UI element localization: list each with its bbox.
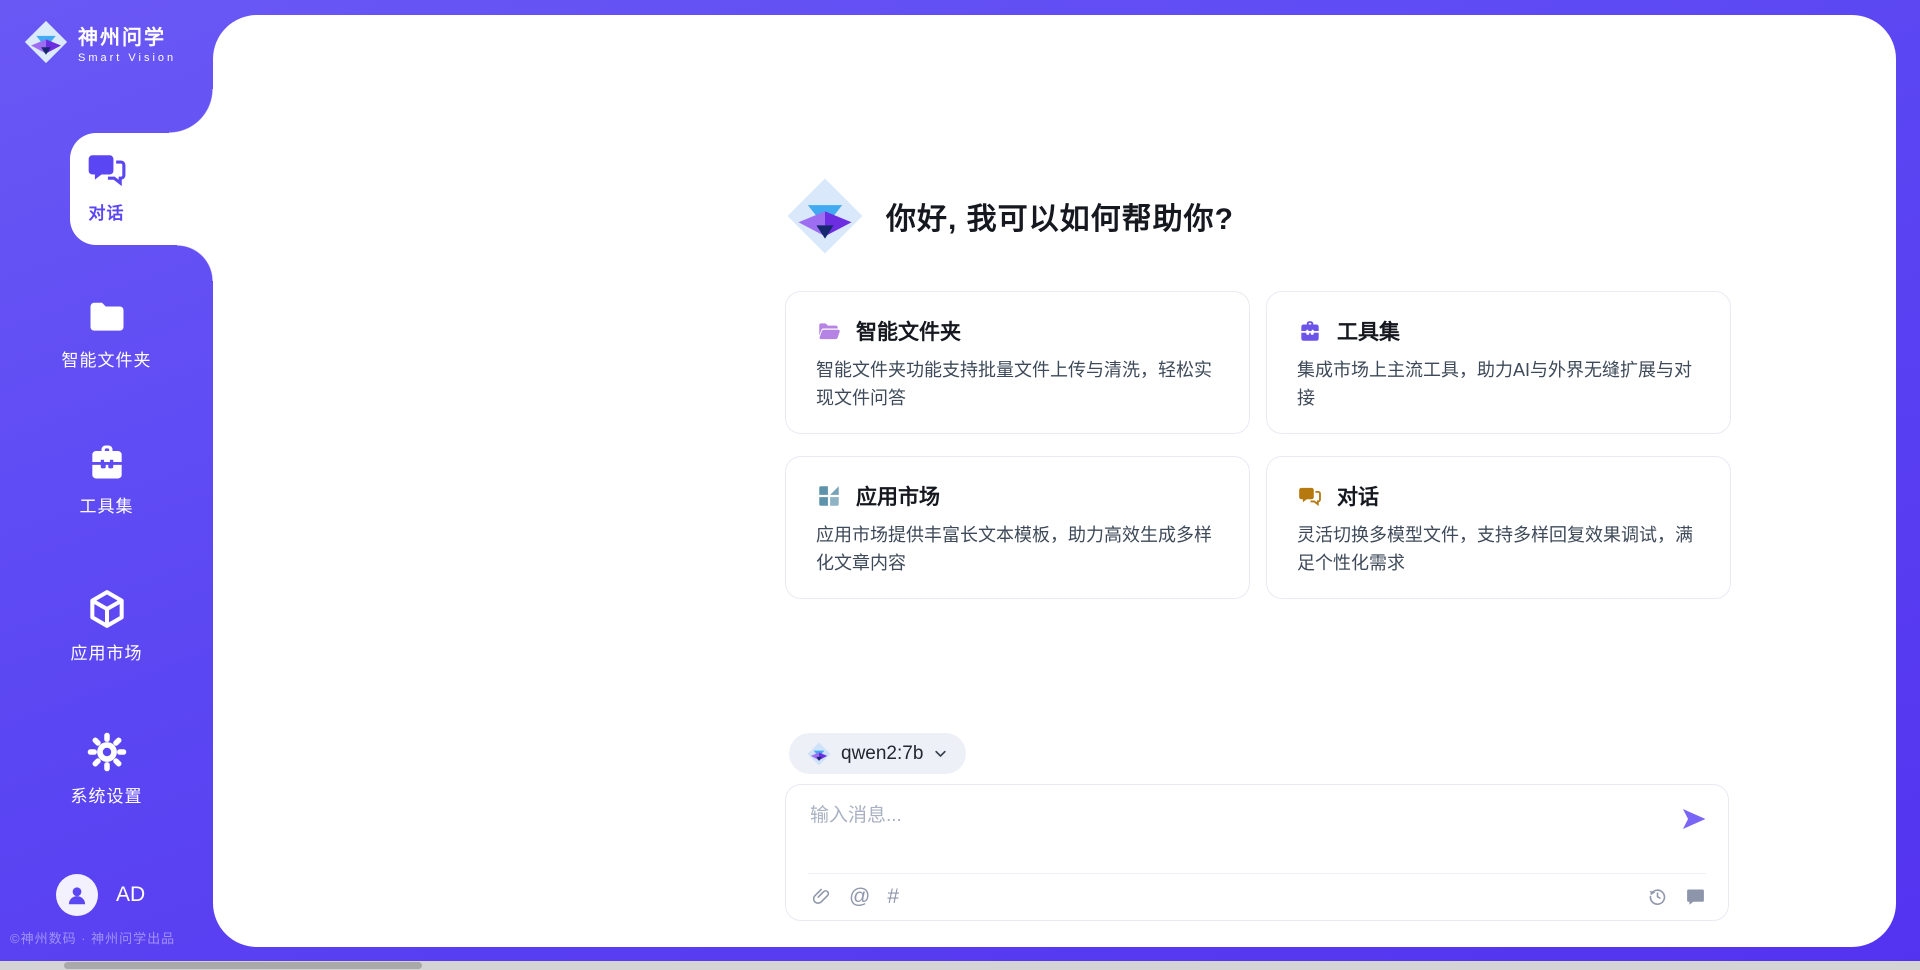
history-clock-icon	[1647, 886, 1668, 907]
sidebar: 神州问学 Smart Vision 对话 智能文件夹 工具集 应用市场	[0, 0, 213, 970]
chat-bubbles-icon	[1297, 483, 1323, 509]
sidebar-item-label: 对话	[89, 199, 125, 224]
composer-tools-left: @ #	[810, 885, 899, 907]
gear-icon	[85, 730, 129, 774]
brand-name-en: Smart Vision	[78, 52, 176, 64]
message-input[interactable]	[810, 800, 1670, 862]
folder-open-icon	[816, 318, 842, 344]
card-smart-folder[interactable]: 智能文件夹 智能文件夹功能支持批量文件上传与清洗，轻松实现文件问答	[785, 291, 1250, 434]
scrollbar-thumb[interactable]	[64, 962, 422, 969]
composer-divider	[808, 873, 1706, 874]
card-title: 对话	[1337, 481, 1379, 511]
card-chat[interactable]: 对话 灵活切换多模型文件，支持多样回复效果调试，满足个性化需求	[1266, 456, 1731, 599]
horizontal-scrollbar	[0, 961, 1920, 970]
greeting-title: 你好, 我可以如何帮助你?	[886, 194, 1234, 238]
person-icon	[64, 882, 90, 908]
greeting: 你好, 我可以如何帮助你?	[786, 175, 1234, 257]
mention-button[interactable]: @	[849, 886, 870, 907]
sidebar-item-smart-folder[interactable]: 智能文件夹	[0, 294, 213, 371]
card-title: 工具集	[1337, 316, 1400, 346]
cube-icon	[85, 587, 129, 631]
history-button[interactable]	[1646, 885, 1668, 907]
chat-bubble-icon	[1685, 886, 1706, 907]
folder-icon	[85, 294, 129, 338]
user-profile[interactable]: AD	[56, 874, 145, 916]
chat-bubbles-icon	[85, 147, 129, 191]
sidebar-item-label: 应用市场	[71, 639, 143, 664]
card-toolset[interactable]: 工具集 集成市场上主流工具，助力AI与外界无缝扩展与对接	[1266, 291, 1731, 434]
card-app-market[interactable]: 应用市场 应用市场提供丰富长文本模板，助力高效生成多样化文章内容	[785, 456, 1250, 599]
tab-fillet-bottom	[177, 245, 213, 281]
main-panel: 你好, 我可以如何帮助你? 智能文件夹 智能文件夹功能支持批量文件上传与清洗，轻…	[213, 15, 1896, 947]
card-description: 灵活切换多模型文件，支持多样回复效果调试，满足个性化需求	[1297, 522, 1700, 578]
message-composer: @ #	[785, 784, 1729, 921]
model-diamond-icon	[807, 742, 831, 766]
user-initials: AD	[116, 883, 145, 907]
sidebar-item-label: 系统设置	[71, 782, 143, 807]
conversations-button[interactable]	[1684, 885, 1706, 907]
greeting-diamond-icon	[786, 175, 864, 257]
card-description: 应用市场提供丰富长文本模板，助力高效生成多样化文章内容	[816, 522, 1219, 578]
brand-name-cn: 神州问学	[78, 21, 176, 50]
composer-tools-right	[1646, 885, 1706, 907]
sidebar-item-chat[interactable]: 对话	[0, 147, 213, 224]
briefcase-icon	[1297, 318, 1323, 344]
model-selector[interactable]: qwen2:7b	[789, 733, 966, 774]
topic-button[interactable]: #	[887, 886, 899, 907]
card-description: 智能文件夹功能支持批量文件上传与清洗，轻松实现文件问答	[816, 357, 1219, 413]
brand-logo: 神州问学 Smart Vision	[24, 20, 176, 64]
brand-diamond-icon	[24, 20, 68, 64]
feature-cards: 智能文件夹 智能文件夹功能支持批量文件上传与清洗，轻松实现文件问答 工具集 集成…	[785, 291, 1731, 599]
send-icon[interactable]	[1680, 805, 1708, 833]
model-name: qwen2:7b	[841, 743, 923, 765]
sidebar-item-label: 智能文件夹	[62, 346, 152, 371]
tab-fillet-top	[169, 89, 213, 133]
attachment-button[interactable]	[810, 885, 832, 907]
sidebar-item-label: 工具集	[80, 492, 134, 517]
sidebar-item-settings[interactable]: 系统设置	[0, 730, 213, 807]
sidebar-item-app-market[interactable]: 应用市场	[0, 587, 213, 664]
avatar	[56, 874, 98, 916]
card-title: 智能文件夹	[856, 316, 961, 346]
sidebar-item-toolset[interactable]: 工具集	[0, 440, 213, 517]
card-description: 集成市场上主流工具，助力AI与外界无缝扩展与对接	[1297, 357, 1700, 413]
toolbox-icon	[85, 440, 129, 484]
chevron-down-icon	[933, 746, 948, 761]
grid-icon	[816, 483, 842, 509]
paperclip-icon	[811, 886, 832, 907]
card-title: 应用市场	[856, 481, 940, 511]
copyright-footer: ©神州数码 · 神州问学出品	[10, 928, 175, 947]
